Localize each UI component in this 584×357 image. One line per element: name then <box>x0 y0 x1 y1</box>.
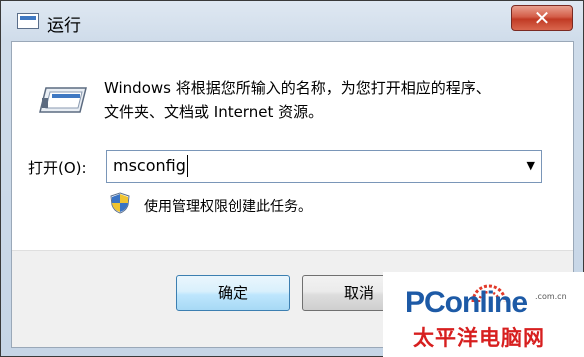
dropdown-arrow-icon[interactable]: ▼ <box>527 159 535 172</box>
run-window-icon <box>17 13 39 29</box>
watermark-tagline: 太平洋电脑网 <box>413 326 545 350</box>
open-input[interactable]: msconfig <box>113 155 188 177</box>
pconline-watermark: PConline .com.cn 太平洋电脑网 <box>383 272 584 357</box>
description-line-2: 文件夹、文档或 Internet 资源。 <box>104 103 324 121</box>
description-text: Windows 将根据您所输入的名称，为您打开相应的程序、 文件夹、文档或 In… <box>104 76 491 124</box>
close-button[interactable]: ✕ <box>511 5 573 31</box>
run-program-icon <box>39 87 87 113</box>
admin-privilege-note: 使用管理权限创建此任务。 <box>144 199 312 215</box>
open-combobox[interactable]: msconfig ▼ <box>106 150 542 183</box>
description-line-1: Windows 将根据您所输入的名称，为您打开相应的程序、 <box>104 79 491 97</box>
watermark-brand: PConline <box>405 286 528 319</box>
open-label: 打开(O): <box>28 159 87 177</box>
watermark-domain: .com.cn <box>535 292 567 301</box>
window-title: 运行 <box>47 16 81 36</box>
uac-shield-icon <box>110 192 130 214</box>
title-bar[interactable]: 运行 ✕ <box>1 1 583 41</box>
ok-button[interactable]: 确定 <box>176 275 290 311</box>
